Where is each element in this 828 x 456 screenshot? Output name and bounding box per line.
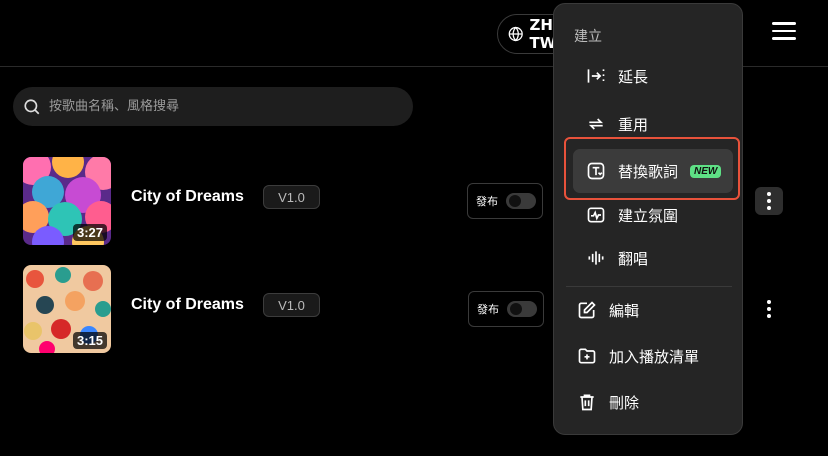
cover-icon <box>588 251 604 265</box>
hamburger-menu-icon[interactable] <box>772 22 796 42</box>
menu-section-label: 建立 <box>574 29 602 45</box>
more-options-icon[interactable] <box>755 187 783 215</box>
replace-lyrics-icon <box>587 162 605 180</box>
publish-switch[interactable] <box>506 193 536 209</box>
globe-icon <box>508 26 523 42</box>
menu-item-reuse[interactable]: 重用 <box>586 109 648 139</box>
song-duration: 3:15 <box>72 332 107 349</box>
mood-icon <box>587 207 605 223</box>
publish-label: 發布 <box>476 195 498 208</box>
search-bar[interactable] <box>13 87 413 126</box>
publish-toggle[interactable]: 發布 <box>467 183 543 219</box>
menu-item-label: 延長 <box>618 67 649 86</box>
menu-item-replace-lyrics[interactable]: 替換歌詞 NEW <box>586 156 722 186</box>
menu-item-label: 刪除 <box>609 393 640 412</box>
edit-icon <box>578 301 596 319</box>
publish-label: 發布 <box>477 303 499 316</box>
menu-item-label: 替換歌詞 <box>618 162 679 181</box>
menu-item-label: 編輯 <box>609 301 640 320</box>
song-cover-image[interactable]: 3:27 <box>23 157 111 245</box>
menu-item-cover[interactable]: 翻唱 <box>586 243 648 273</box>
extend-icon <box>587 69 605 83</box>
menu-item-extend[interactable]: 延長 <box>586 61 648 91</box>
menu-item-label: 翻唱 <box>618 249 649 268</box>
menu-item-label: 加入播放清單 <box>609 347 700 366</box>
publish-toggle[interactable]: 發布 <box>468 291 544 327</box>
song-duration: 3:27 <box>72 224 107 241</box>
menu-item-edit[interactable]: 編輯 <box>577 295 639 325</box>
menu-item-label: 重用 <box>618 115 649 134</box>
search-input[interactable] <box>49 99 389 114</box>
song-cover-image[interactable]: 3:15 <box>23 265 111 353</box>
reuse-icon <box>588 118 604 130</box>
version-badge[interactable]: V1.0 <box>263 185 320 209</box>
menu-item-mood[interactable]: 建立氛圍 <box>586 200 678 230</box>
delete-icon <box>580 394 594 411</box>
more-options-icon[interactable] <box>755 295 783 323</box>
song-title[interactable]: City of Dreams <box>131 188 244 206</box>
menu-item-delete[interactable]: 刪除 <box>577 387 639 417</box>
version-badge[interactable]: V1.0 <box>263 293 320 317</box>
song-context-menu: 建立 延長 重用 替換歌詞 NEW 建立氛圍 翻唱 編輯 加入播放清單 刪除 <box>553 3 743 435</box>
menu-divider <box>566 286 732 287</box>
menu-item-add-playlist[interactable]: 加入播放清單 <box>577 341 699 371</box>
menu-item-label: 建立氛圍 <box>618 206 679 225</box>
search-icon <box>24 98 40 114</box>
add-playlist-icon <box>578 348 596 364</box>
new-badge: NEW <box>690 164 722 178</box>
publish-switch[interactable] <box>507 301 537 317</box>
song-title[interactable]: City of Dreams <box>131 296 244 314</box>
